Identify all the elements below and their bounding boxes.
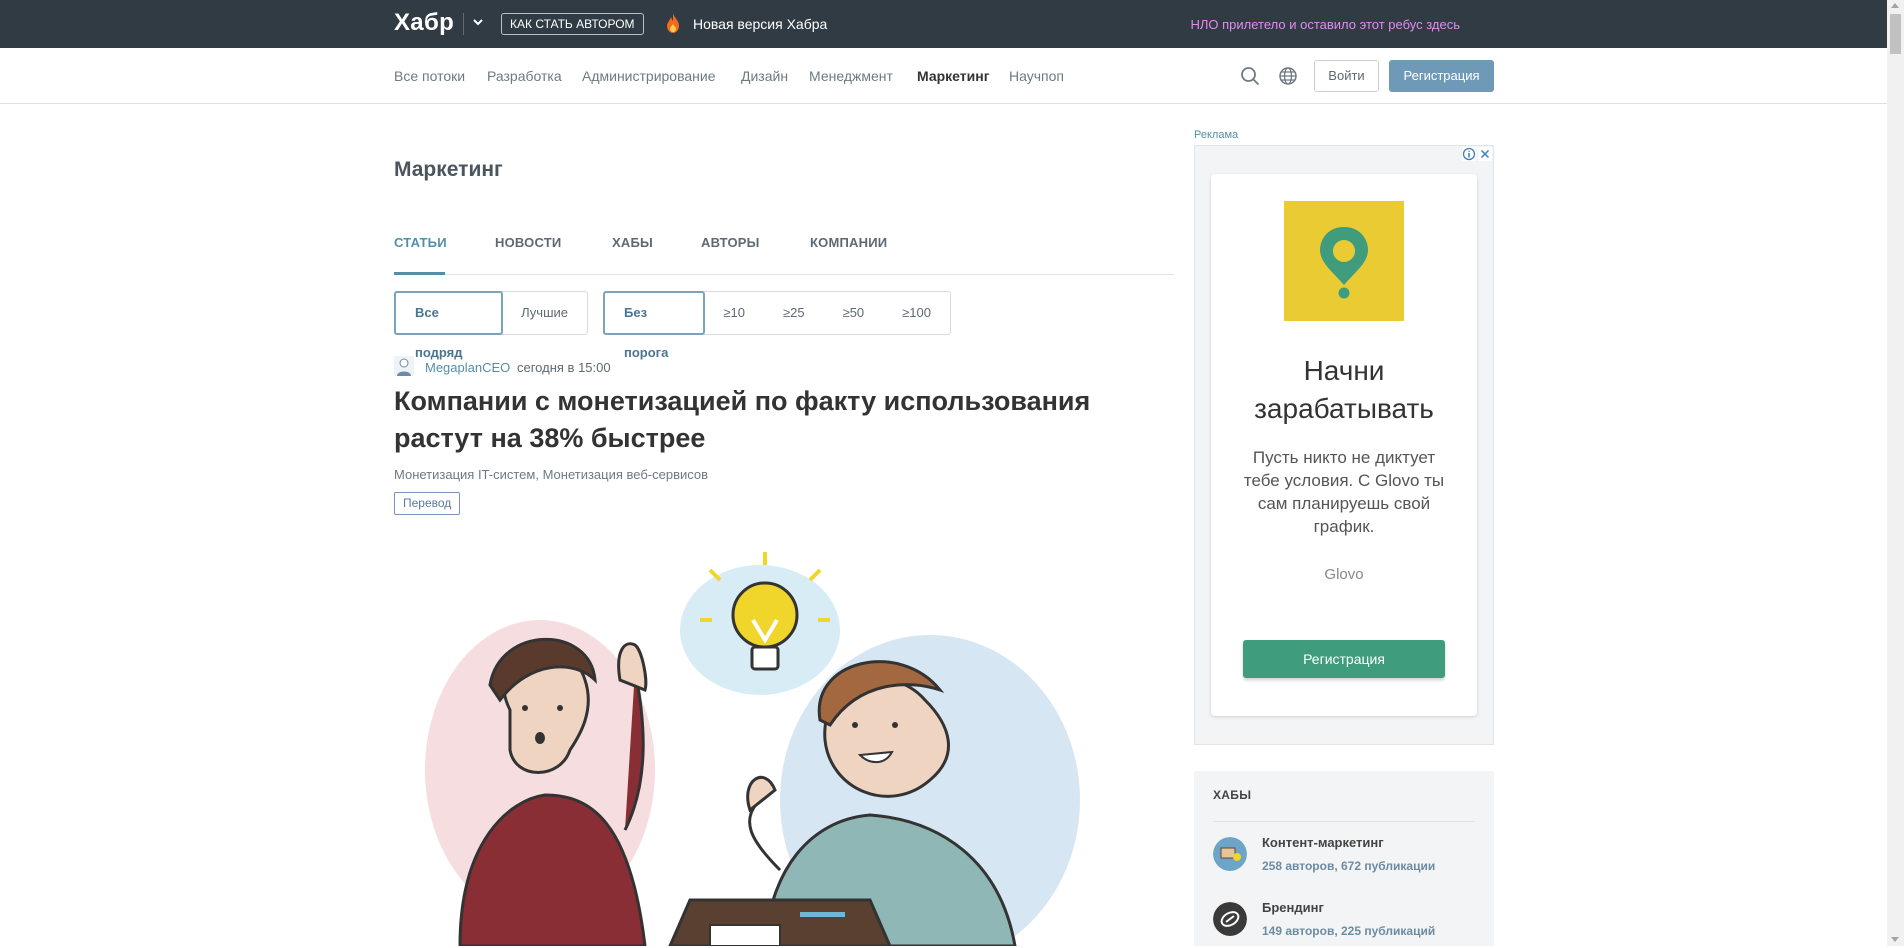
page-scrollbar[interactable] [1887, 0, 1904, 946]
content-marketing-icon [1213, 837, 1247, 871]
ad-brand: Glovo [1324, 566, 1364, 583]
ad-headline: Начни зарабатывать [1254, 355, 1434, 424]
author-link[interactable]: MegaplanCEO [425, 360, 510, 375]
avatar[interactable] [394, 356, 414, 376]
nav-marketing[interactable]: Маркетинг [917, 68, 990, 84]
become-author-button[interactable]: КАК СТАТЬ АВТОРОМ [501, 13, 644, 35]
hub-tabs: Статьи Новости Хабы Авторы Компании [394, 235, 1174, 275]
nav-all-flows[interactable]: Все потоки [394, 68, 465, 84]
register-button[interactable]: Регистрация [1389, 60, 1494, 92]
flows-nav: Все потоки Разработка Администрирование … [0, 48, 1887, 104]
ufo-note-link[interactable]: НЛО прилетело и оставило этот ребус здес… [1191, 17, 1461, 32]
search-icon[interactable] [1240, 66, 1260, 86]
chevron-down-icon[interactable] [471, 15, 485, 29]
close-icon[interactable] [1478, 147, 1492, 161]
location-pin-icon [1320, 227, 1368, 299]
hub-name[interactable]: Брендинг [1262, 900, 1324, 915]
rating-threshold-filter: Без порога ≥10 ≥25 ≥50 ≥100 [603, 291, 951, 360]
filter-25[interactable]: ≥25 [764, 292, 824, 334]
new-version-link[interactable]: Новая версия Хабра [693, 16, 827, 32]
post-illustration[interactable] [420, 540, 1140, 946]
nav-administration[interactable]: Администрирование [582, 68, 716, 84]
page-title: Маркетинг [394, 158, 503, 181]
ad-body: Пусть никто не диктует тебе условия. С G… [1243, 448, 1445, 536]
ad-label: Реклама [1194, 129, 1239, 141]
tab-authors[interactable]: Авторы [701, 235, 760, 250]
fire-icon [667, 13, 679, 33]
scroll-thumb[interactable] [1890, 14, 1901, 54]
post-hubs[interactable]: Монетизация IT-систем, Монетизация веб-с… [394, 467, 708, 482]
tab-companies[interactable]: Компании [810, 235, 887, 250]
tab-articles[interactable]: Статьи [394, 235, 447, 250]
tab-news[interactable]: Новости [495, 235, 561, 250]
translation-badge: Перевод [394, 492, 461, 515]
hub-stats: 258 авторов, 672 публикации [1262, 859, 1436, 873]
post-time: сегодня в 15:00 [517, 360, 611, 375]
ad-card[interactable]: Начни зарабатывать Пусть никто не диктуе… [1211, 174, 1477, 716]
post-title[interactable]: Компании с монетизацией по факту использ… [394, 383, 1184, 457]
nav-popsci[interactable]: Научпоп [1009, 68, 1064, 84]
top-bar: Хабр КАК СТАТЬ АВТОРОМ Новая версия Хабр… [0, 0, 1887, 48]
scroll-down-icon[interactable] [1891, 937, 1899, 942]
filter-all[interactable]: Все подряд [394, 291, 504, 360]
branding-icon [1213, 902, 1247, 936]
hubs-heading: Хабы [1213, 788, 1252, 802]
filter-100[interactable]: ≥100 [883, 292, 950, 334]
scroll-up-icon[interactable] [1891, 3, 1899, 8]
habr-logo[interactable]: Хабр [394, 9, 454, 37]
active-tab-underline [394, 272, 445, 275]
glovo-logo [1284, 201, 1404, 321]
logo-divider [463, 13, 464, 35]
globe-icon[interactable] [1278, 66, 1298, 86]
tab-hubs[interactable]: Хабы [612, 235, 653, 250]
filter-10[interactable]: ≥10 [704, 292, 764, 334]
divider [1213, 821, 1475, 822]
hub-stats: 149 авторов, 225 публикаций [1262, 924, 1436, 938]
filter-no-threshold[interactable]: Без порога [603, 291, 706, 360]
sort-filter: Все подряд Лучшие [394, 291, 588, 360]
filter-50[interactable]: ≥50 [824, 292, 884, 334]
hubs-widget: Хабы Контент-маркетинг 258 авторов, 672 … [1194, 771, 1494, 946]
hub-item[interactable]: Брендинг 149 авторов, 225 публикаций [1213, 898, 1483, 948]
login-button[interactable]: Войти [1314, 60, 1379, 92]
nav-development[interactable]: Разработка [487, 68, 562, 84]
info-icon[interactable] [1462, 147, 1476, 161]
filter-best[interactable]: Лучшие [502, 292, 587, 334]
hub-item[interactable]: Контент-маркетинг 258 авторов, 672 публи… [1213, 833, 1483, 883]
hub-name[interactable]: Контент-маркетинг [1262, 835, 1384, 850]
ad-register-button[interactable]: Регистрация [1243, 640, 1445, 678]
ad-banner[interactable]: Начни зарабатывать Пусть никто не диктуе… [1194, 145, 1494, 745]
nav-design[interactable]: Дизайн [741, 68, 788, 84]
nav-management[interactable]: Менеджмент [809, 68, 893, 84]
